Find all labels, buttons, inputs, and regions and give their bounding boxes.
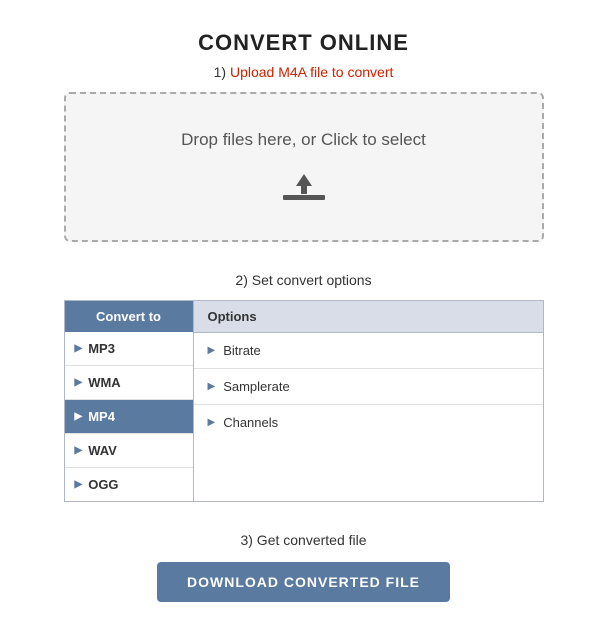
arrow-icon-mp3: ▶ bbox=[75, 343, 83, 354]
upload-icon bbox=[281, 168, 327, 204]
arrow-icon-wma: ▶ bbox=[75, 377, 83, 388]
options-header: Options bbox=[194, 301, 543, 333]
format-item-wma[interactable]: ▶ WMA bbox=[65, 366, 193, 400]
page-title: CONVERT ONLINE bbox=[198, 30, 409, 56]
option-label-channels: Channels bbox=[223, 415, 278, 430]
format-label-ogg: OGG bbox=[88, 477, 118, 492]
step1-label: 1) Upload M4A file to convert bbox=[214, 64, 394, 80]
arrow-icon-samplerate: ▶ bbox=[208, 381, 216, 392]
arrow-icon-mp4: ▶ bbox=[75, 411, 83, 422]
option-item-channels[interactable]: ▶ Channels bbox=[194, 405, 543, 440]
option-item-samplerate[interactable]: ▶ Samplerate bbox=[194, 369, 543, 405]
dropzone[interactable]: Drop files here, or Click to select bbox=[64, 92, 544, 242]
format-label-mp4: MP4 bbox=[88, 409, 115, 424]
step3-label: 3) Get converted file bbox=[240, 532, 366, 548]
option-label-bitrate: Bitrate bbox=[223, 343, 261, 358]
format-item-wav[interactable]: ▶ WAV bbox=[65, 434, 193, 468]
format-item-ogg[interactable]: ▶ OGG bbox=[65, 468, 193, 501]
format-list: Convert to ▶ MP3 ▶ WMA ▶ MP4 ▶ WAV ▶ OGG bbox=[64, 300, 194, 502]
arrow-icon-bitrate: ▶ bbox=[208, 345, 216, 356]
format-item-mp4[interactable]: ▶ MP4 bbox=[65, 400, 193, 434]
format-label-wav: WAV bbox=[88, 443, 117, 458]
options-panel: Options ▶ Bitrate ▶ Samplerate ▶ Channel… bbox=[194, 300, 544, 502]
format-list-header: Convert to bbox=[65, 301, 193, 332]
step2-label: 2) Set convert options bbox=[235, 272, 371, 288]
arrow-icon-channels: ▶ bbox=[208, 417, 216, 428]
format-label-mp3: MP3 bbox=[88, 341, 115, 356]
dropzone-text: Drop files here, or Click to select bbox=[181, 130, 426, 150]
convert-section: Convert to ▶ MP3 ▶ WMA ▶ MP4 ▶ WAV ▶ OGG… bbox=[64, 300, 544, 502]
option-label-samplerate: Samplerate bbox=[223, 379, 289, 394]
download-button[interactable]: DOWNLOAD CONVERTED FILE bbox=[157, 562, 450, 602]
option-item-bitrate[interactable]: ▶ Bitrate bbox=[194, 333, 543, 369]
format-item-mp3[interactable]: ▶ MP3 bbox=[65, 332, 193, 366]
format-label-wma: WMA bbox=[88, 375, 121, 390]
arrow-icon-ogg: ▶ bbox=[75, 479, 83, 490]
arrow-icon-wav: ▶ bbox=[75, 445, 83, 456]
